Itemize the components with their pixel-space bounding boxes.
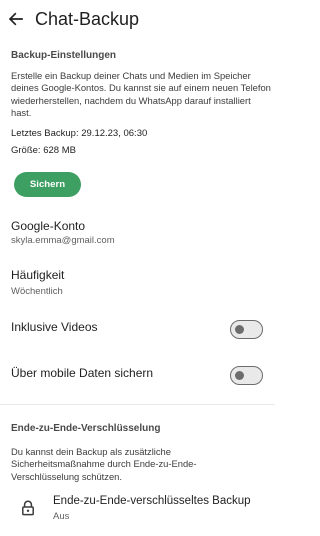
toggle-knob [235, 370, 244, 380]
app-bar: Chat-Backup [0, 0, 275, 38]
page-title: Chat-Backup [35, 9, 140, 29]
back-arrow-icon[interactable] [7, 10, 25, 28]
e2e-description: Du kannst dein Backup als zusätzliche Si… [11, 446, 197, 482]
frequency-title: Häufigkeit [11, 268, 65, 282]
section-header-e2e: Ende-zu-Ende-Verschlüsselung [11, 423, 161, 434]
backup-size-text: Größe: 628 MB [11, 145, 76, 156]
e2e-backup-status: Aus [53, 511, 70, 522]
last-backup-text: Letztes Backup: 29.12.23, 06:30 [11, 128, 148, 139]
mobile-data-toggle[interactable] [230, 366, 263, 385]
section-divider [0, 404, 275, 405]
include-videos-title: Inklusive Videos [11, 320, 98, 334]
backup-description: Erstelle ein Backup deiner Chats und Med… [11, 70, 271, 119]
e2e-backup-title: Ende-zu-Ende-verschlüsseltes Backup [53, 495, 251, 507]
lock-icon [22, 500, 34, 516]
google-account-title: Google-Konto [11, 219, 86, 233]
toggle-knob [235, 324, 244, 334]
frequency-value: Wöchentlich [11, 286, 63, 297]
backup-now-button[interactable]: Sichern [14, 172, 81, 197]
section-header-backup-settings: Backup-Einstellungen [11, 50, 117, 61]
google-account-value: skyla.emma@gmail.com [11, 235, 115, 246]
mobile-data-title: Über mobile Daten sichern [11, 366, 154, 380]
include-videos-toggle[interactable] [230, 320, 263, 339]
